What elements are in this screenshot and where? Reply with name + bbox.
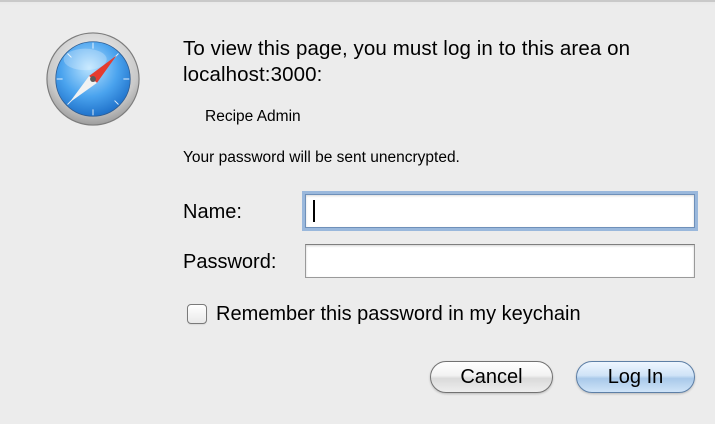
remember-password-label: Remember this password in my keychain — [216, 303, 581, 325]
name-input[interactable] — [305, 194, 695, 228]
remember-password-checkbox[interactable] — [187, 304, 207, 324]
cancel-button[interactable]: Cancel — [430, 361, 553, 393]
safari-compass-icon — [46, 32, 140, 126]
log-in-button[interactable]: Log In — [576, 361, 695, 393]
unencrypted-warning: Your password will be sent unencrypted. — [183, 149, 460, 166]
dialog-top-edge — [0, 0, 715, 2]
login-message: To view this page, you must log in to th… — [183, 37, 631, 86]
text-caret — [313, 200, 315, 222]
password-label: Password: — [183, 251, 277, 273]
realm-label: Recipe Admin — [205, 108, 301, 125]
password-input[interactable] — [305, 244, 695, 278]
login-dialog: To view this page, you must log in to th… — [0, 0, 715, 424]
remember-password-option[interactable]: Remember this password in my keychain — [187, 301, 581, 327]
name-label: Name: — [183, 201, 242, 223]
